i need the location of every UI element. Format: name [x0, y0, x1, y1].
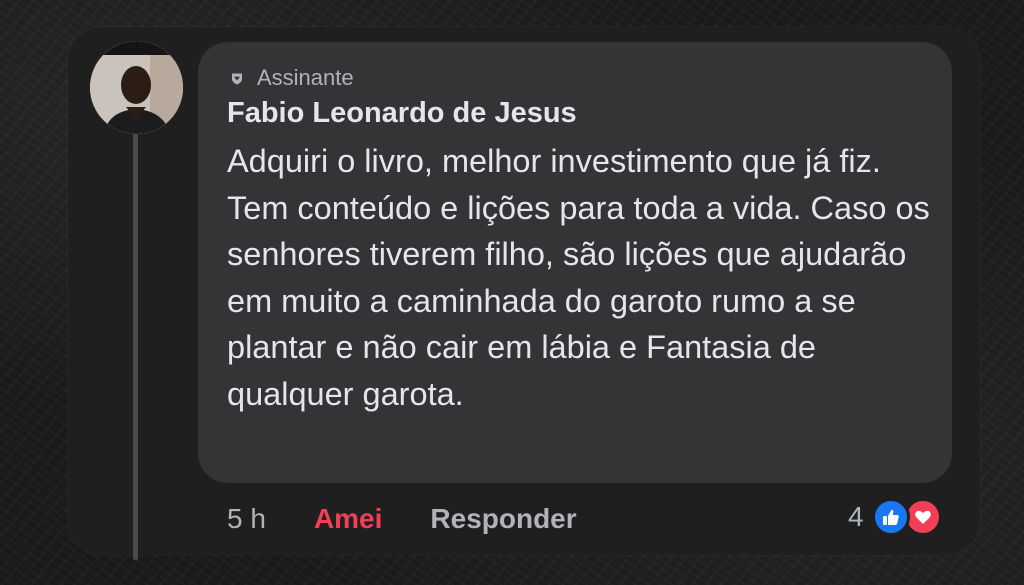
- reaction-count: 4: [848, 501, 864, 532]
- comment-text: Adquiri o livro, melhor investimento que…: [227, 143, 930, 412]
- comment-actions: 5 h Amei Responder: [227, 500, 577, 538]
- subscriber-badge-label: Assinante: [257, 65, 354, 90]
- reactions-summary[interactable]: 4: [848, 498, 942, 536]
- thread-line: [133, 132, 138, 560]
- comment-author-name[interactable]: Fabio Leonardo de Jesus: [227, 95, 577, 131]
- subscriber-badge-icon: [232, 73, 242, 84]
- comment-timestamp[interactable]: 5 h: [227, 503, 266, 535]
- reply-button[interactable]: Responder: [430, 503, 576, 535]
- subscriber-badge: Assinante: [231, 64, 354, 92]
- like-icon: [871, 498, 910, 536]
- avatar[interactable]: [90, 41, 183, 134]
- love-reaction-button[interactable]: Amei: [314, 503, 382, 535]
